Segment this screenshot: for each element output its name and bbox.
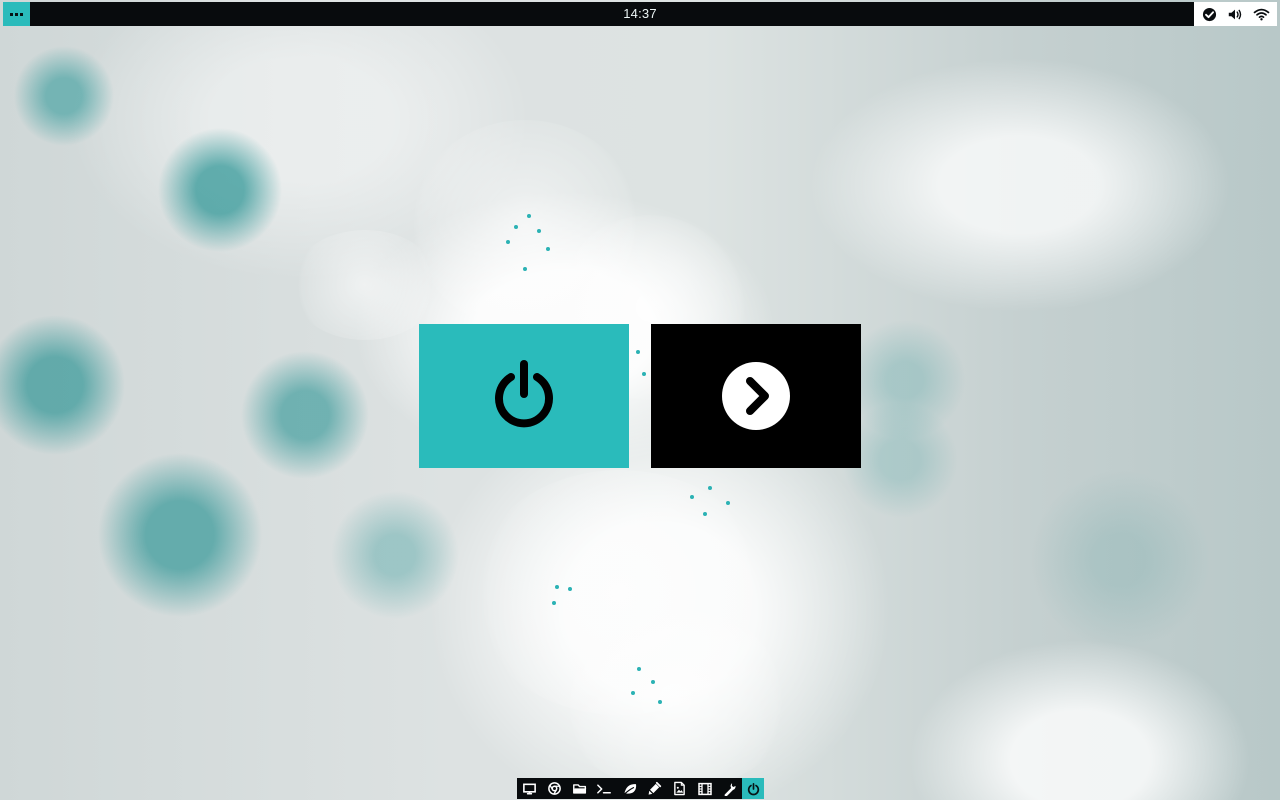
wifi-button[interactable] — [1252, 4, 1272, 24]
stamen-dot — [514, 225, 518, 229]
continue-tile-button[interactable] — [651, 324, 861, 468]
dock-image-button[interactable] — [667, 778, 692, 799]
volume-icon — [1229, 9, 1242, 19]
menu-button[interactable] — [3, 2, 30, 26]
chevron-right-circle-icon — [722, 362, 790, 430]
menu-dot — [15, 12, 18, 16]
blurred-blossom — [410, 120, 640, 330]
blurred-blossom — [470, 470, 770, 715]
dock-folder-button[interactable] — [567, 778, 592, 799]
stamen-dot — [636, 350, 640, 354]
stamen-dot — [568, 587, 572, 591]
chrome-icon — [548, 782, 561, 795]
system-tray — [1194, 2, 1277, 26]
stamen-dot — [708, 486, 712, 490]
blurred-blossom — [555, 610, 795, 790]
check-circle-icon — [1202, 7, 1216, 21]
dock-terminal-button[interactable] — [592, 778, 617, 799]
terminal-icon — [597, 783, 611, 794]
stamen-dot — [506, 240, 510, 244]
blurred-blossom — [290, 230, 440, 340]
menu-dot — [20, 12, 23, 16]
wifi-icon — [1253, 8, 1270, 20]
desktop-icon — [523, 783, 536, 794]
volume-button[interactable] — [1225, 4, 1245, 24]
image-icon — [674, 781, 685, 796]
stamen-dot — [703, 512, 707, 516]
dock-bar — [517, 778, 764, 799]
desktop-wallpaper — [0, 0, 1280, 800]
stamen-dot — [546, 247, 550, 251]
clock: 14:37 — [623, 6, 657, 21]
stamen-dot — [523, 267, 527, 271]
stamen-dot — [631, 691, 635, 695]
leaf-icon — [623, 783, 636, 795]
top-bar: 14:37 — [3, 2, 1277, 26]
stamen-dot — [637, 667, 641, 671]
stamen-dot — [658, 700, 662, 704]
film-icon — [697, 782, 712, 795]
dock-film-button[interactable] — [692, 778, 717, 799]
stamen-dot — [552, 601, 556, 605]
stamen-dot — [527, 214, 531, 218]
power-icon — [495, 360, 553, 428]
dock-desktop-button[interactable] — [517, 778, 542, 799]
stamen-dot — [642, 372, 646, 376]
menu-dot — [10, 12, 13, 16]
more-icon — [10, 12, 23, 16]
power-tile-button[interactable] — [419, 324, 629, 468]
stamen-dot — [555, 585, 559, 589]
dock-chrome-button[interactable] — [542, 778, 567, 799]
dock-power-button[interactable] — [742, 778, 764, 799]
stamen-dot — [537, 229, 541, 233]
dock-leaf-button[interactable] — [617, 778, 642, 799]
wrench-icon — [724, 783, 736, 796]
dock-brush-button[interactable] — [642, 778, 667, 799]
stamen-dot — [651, 680, 655, 684]
folder-icon — [572, 784, 586, 794]
stamen-dot — [726, 501, 730, 505]
brush-icon — [648, 781, 662, 795]
stamen-dot — [690, 495, 694, 499]
dock-settings-button[interactable] — [717, 778, 742, 799]
status-check-button[interactable] — [1199, 4, 1219, 24]
power-icon — [747, 782, 759, 795]
